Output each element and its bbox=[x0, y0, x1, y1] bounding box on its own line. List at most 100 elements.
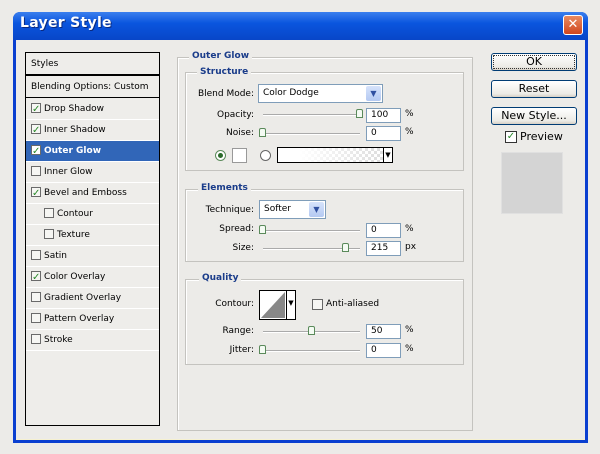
contour-label: Contour: bbox=[215, 299, 254, 309]
technique-label: Technique: bbox=[205, 205, 254, 215]
style-checkbox[interactable] bbox=[31, 100, 41, 120]
style-checkbox[interactable] bbox=[44, 208, 54, 218]
contour-picker[interactable]: ▼ bbox=[259, 290, 296, 320]
style-item-satin[interactable]: Satin bbox=[26, 246, 159, 267]
range-label: Range: bbox=[222, 326, 254, 336]
gradient-radio[interactable] bbox=[260, 150, 271, 161]
reset-button[interactable]: Reset bbox=[491, 80, 577, 98]
new-style-button[interactable]: New Style... bbox=[491, 107, 577, 125]
size-slider[interactable] bbox=[263, 243, 360, 252]
size-slider-thumb[interactable] bbox=[342, 243, 350, 252]
styles-header[interactable]: Styles bbox=[26, 53, 159, 76]
opacity-input[interactable]: 100 bbox=[366, 108, 401, 123]
style-checkbox[interactable] bbox=[31, 184, 41, 204]
structure-title: Structure bbox=[197, 67, 252, 77]
style-item-texture[interactable]: Texture bbox=[26, 225, 159, 246]
contour-curve-icon bbox=[261, 292, 285, 318]
style-item-inner-glow[interactable]: Inner Glow bbox=[26, 162, 159, 183]
glow-color-swatch[interactable] bbox=[232, 148, 247, 163]
style-item-outer-glow[interactable]: Outer Glow bbox=[26, 141, 159, 162]
blend-mode-label: Blend Mode: bbox=[197, 89, 254, 99]
jitter-unit: % bbox=[405, 344, 414, 354]
range-slider-thumb[interactable] bbox=[307, 326, 315, 335]
window-title: Layer Style bbox=[20, 15, 112, 31]
noise-input[interactable]: 0 bbox=[366, 126, 401, 141]
preview-checkbox[interactable]: ✓ bbox=[505, 131, 517, 143]
blend-mode-select[interactable]: Color Dodge ▼ bbox=[258, 84, 383, 103]
ok-button[interactable]: OK bbox=[491, 53, 577, 71]
style-checkbox[interactable] bbox=[31, 142, 41, 162]
style-item-label: Inner Glow bbox=[44, 167, 93, 177]
jitter-slider-thumb[interactable] bbox=[259, 345, 266, 354]
style-item-label: Gradient Overlay bbox=[44, 293, 122, 303]
noise-slider-thumb[interactable] bbox=[259, 128, 266, 137]
close-button[interactable]: ✕ bbox=[563, 15, 583, 35]
style-checkbox[interactable] bbox=[31, 313, 41, 323]
chevron-down-icon: ▼ bbox=[366, 86, 381, 101]
style-item-contour[interactable]: Contour bbox=[26, 204, 159, 225]
preview-label: Preview bbox=[520, 130, 563, 143]
style-item-label: Inner Shadow bbox=[44, 125, 106, 135]
spread-slider-thumb[interactable] bbox=[259, 225, 266, 234]
panel-title: Outer Glow bbox=[189, 51, 253, 61]
range-slider[interactable] bbox=[263, 326, 360, 335]
style-checkbox[interactable] bbox=[31, 334, 41, 344]
technique-value: Softer bbox=[264, 204, 291, 214]
elements-title: Elements bbox=[198, 183, 251, 193]
jitter-slider[interactable] bbox=[259, 345, 360, 354]
opacity-unit: % bbox=[405, 109, 414, 119]
style-item-label: Texture bbox=[57, 230, 90, 240]
opacity-slider-thumb[interactable] bbox=[356, 109, 363, 118]
spread-unit: % bbox=[405, 224, 414, 234]
style-item-inner-shadow[interactable]: Inner Shadow bbox=[26, 120, 159, 141]
preview-swatch bbox=[501, 152, 563, 214]
style-checkbox[interactable] bbox=[31, 268, 41, 288]
style-item-drop-shadow[interactable]: Drop Shadow bbox=[26, 99, 159, 120]
style-checkbox[interactable] bbox=[31, 292, 41, 302]
chevron-down-icon: ▼ bbox=[309, 202, 324, 217]
size-input[interactable]: 215 bbox=[366, 241, 401, 256]
style-item-gradient-overlay[interactable]: Gradient Overlay bbox=[26, 288, 159, 309]
range-input[interactable]: 50 bbox=[366, 324, 401, 339]
jitter-input[interactable]: 0 bbox=[366, 343, 401, 358]
anti-aliased-checkbox[interactable] bbox=[312, 299, 323, 310]
noise-slider[interactable] bbox=[259, 128, 360, 137]
quality-title: Quality bbox=[199, 273, 242, 283]
style-checkbox[interactable] bbox=[31, 250, 41, 260]
style-checkbox[interactable] bbox=[31, 166, 41, 176]
style-item-label: Outer Glow bbox=[44, 146, 102, 156]
style-item-color-overlay[interactable]: Color Overlay bbox=[26, 267, 159, 288]
gradient-dropdown-icon[interactable]: ▼ bbox=[383, 147, 393, 163]
style-item-label: Satin bbox=[44, 251, 67, 261]
noise-label: Noise: bbox=[226, 128, 254, 138]
style-checkbox[interactable] bbox=[44, 229, 54, 239]
spread-label: Spread: bbox=[219, 224, 254, 234]
opacity-slider[interactable] bbox=[263, 109, 363, 118]
blending-options[interactable]: Blending Options: Custom bbox=[26, 77, 159, 98]
anti-aliased-label: Anti-aliased bbox=[326, 299, 380, 309]
contour-dropdown-icon[interactable]: ▼ bbox=[286, 291, 295, 319]
style-item-label: Stroke bbox=[44, 335, 73, 345]
styles-list: Styles Blending Options: Custom Drop Sha… bbox=[25, 52, 160, 426]
blend-mode-value: Color Dodge bbox=[263, 88, 319, 98]
opacity-label: Opacity: bbox=[217, 110, 254, 120]
style-item-label: Color Overlay bbox=[44, 272, 106, 282]
style-item-pattern-overlay[interactable]: Pattern Overlay bbox=[26, 309, 159, 330]
noise-unit: % bbox=[405, 127, 414, 137]
style-item-stroke[interactable]: Stroke bbox=[26, 330, 159, 351]
style-item-label: Bevel and Emboss bbox=[44, 188, 127, 198]
style-item-bevel-and-emboss[interactable]: Bevel and Emboss bbox=[26, 183, 159, 204]
spread-slider[interactable] bbox=[259, 225, 360, 234]
style-item-label: Pattern Overlay bbox=[44, 314, 115, 324]
technique-select[interactable]: Softer ▼ bbox=[259, 200, 326, 219]
style-item-label: Contour bbox=[57, 209, 93, 219]
range-unit: % bbox=[405, 325, 414, 335]
spread-input[interactable]: 0 bbox=[366, 223, 401, 238]
jitter-label: Jitter: bbox=[229, 345, 254, 355]
solid-color-radio[interactable] bbox=[215, 150, 226, 161]
style-checkbox[interactable] bbox=[31, 121, 41, 141]
size-unit: px bbox=[405, 242, 417, 252]
size-label: Size: bbox=[232, 243, 254, 253]
gradient-picker[interactable] bbox=[277, 147, 384, 163]
style-item-label: Drop Shadow bbox=[44, 104, 105, 114]
